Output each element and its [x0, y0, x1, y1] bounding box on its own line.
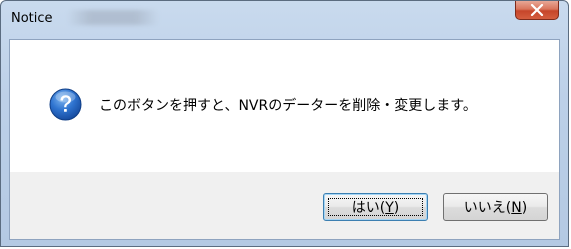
dialog-message: このボタンを押すと、NVRのデーターを削除・変更します。 — [99, 98, 477, 114]
no-button-label: いいえ(N) — [463, 200, 528, 216]
yes-button[interactable]: はい(Y) — [323, 193, 428, 221]
close-x-icon — [530, 4, 544, 16]
dialog-client-area: このボタンを押すと、NVRのデーターを削除・変更します。 はい(Y) いいえ(N… — [9, 39, 560, 240]
notice-dialog-window: Notice このボタンを押すと、NVRのデーターを削除・変更します。 はい(Y… — [0, 0, 569, 247]
window-title: Notice — [11, 11, 53, 26]
title-bar[interactable]: Notice — [1, 1, 568, 39]
focus-ring — [328, 198, 423, 216]
close-button[interactable] — [515, 1, 559, 20]
question-icon — [49, 88, 82, 121]
no-button[interactable]: いいえ(N) — [443, 193, 548, 221]
message-panel: このボタンを押すと、NVRのデーターを削除・変更します。 — [10, 40, 559, 172]
blurred-title-text — [67, 10, 159, 25]
